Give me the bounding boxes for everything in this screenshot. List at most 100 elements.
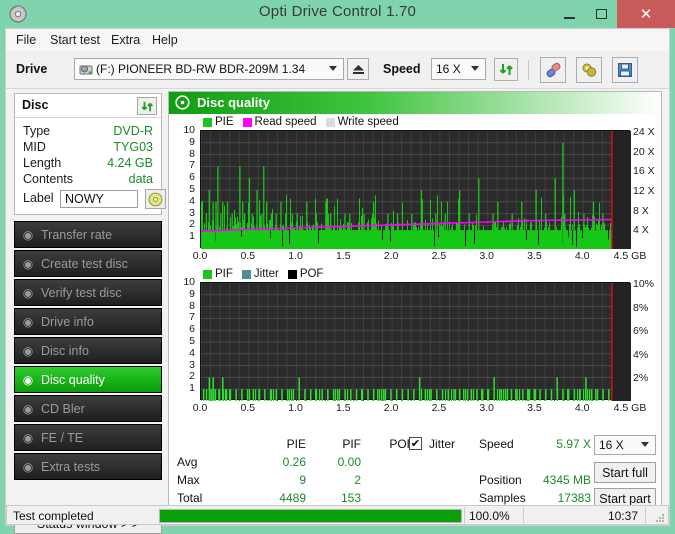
disc-panel-header: Disc bbox=[15, 94, 161, 118]
jitter-legend-label: Jitter bbox=[254, 268, 279, 280]
sidebar-item-label: Create test disc bbox=[41, 257, 161, 271]
pif-xtick: 0.5 bbox=[230, 402, 266, 414]
pif-xtick: 3.5 bbox=[516, 402, 552, 414]
sidebar-item-disc-quality[interactable]: ◉ Disc quality bbox=[14, 366, 162, 393]
sidebar-item-transfer-rate[interactable]: ◉ Transfer rate bbox=[14, 221, 162, 248]
pif-y2tick: 4% bbox=[633, 349, 648, 361]
pif-chart-plot[interactable] bbox=[200, 282, 630, 400]
sidebar-item-verify-test-disc[interactable]: ◉ Verify test disc bbox=[14, 279, 162, 306]
menu-file[interactable]: File bbox=[12, 32, 40, 48]
speed-value: 16 X bbox=[436, 62, 461, 76]
pie-ytick: 6 bbox=[171, 171, 195, 183]
panel-header: Disc quality bbox=[169, 92, 661, 114]
test-speed-select[interactable]: 16 X bbox=[594, 435, 656, 455]
disc-label-input[interactable]: NOWY bbox=[60, 190, 138, 208]
disc-label-button[interactable] bbox=[145, 189, 166, 209]
sidebar-item-create-test-disc[interactable]: ◉ Create test disc bbox=[14, 250, 162, 277]
disc-icon: ◉ bbox=[15, 257, 41, 271]
sidebar-item-label: Disc info bbox=[41, 344, 161, 358]
position-stat-label: Position bbox=[479, 473, 522, 487]
sidebar-item-label: Disc quality bbox=[41, 373, 161, 387]
pie-legend-label: PIE bbox=[215, 116, 234, 128]
sidebar-item-fe-te[interactable]: ◉ FE / TE bbox=[14, 424, 162, 451]
disc-type-label: Type bbox=[23, 124, 50, 138]
sidebar-item-drive-info[interactable]: ◉ Drive info bbox=[14, 308, 162, 335]
pif-ytick: 1 bbox=[171, 382, 195, 394]
disc-icon: ◉ bbox=[15, 431, 41, 445]
progress-percent: 100.0% bbox=[469, 509, 510, 523]
pie-chart-plot[interactable] bbox=[200, 130, 630, 248]
eject-button[interactable] bbox=[347, 58, 369, 80]
menu-extra[interactable]: Extra bbox=[107, 32, 144, 48]
stats-avg-pie: 0.26 bbox=[266, 455, 306, 469]
pif-xtick: 0.0 bbox=[182, 402, 218, 414]
position-stat-value: 4345 MB bbox=[524, 473, 591, 487]
pie-ytick: 2 bbox=[171, 218, 195, 230]
pif-xtick: 4.5 GB bbox=[612, 402, 648, 414]
pie-y2tick: 8 X bbox=[633, 205, 649, 217]
status-bar: Test completed 100.0% 10:37 bbox=[6, 505, 669, 525]
disc-icon: ◉ bbox=[15, 286, 41, 300]
disc-mid-label: MID bbox=[23, 140, 46, 154]
pif-ytick: 8 bbox=[171, 300, 195, 312]
pie-xtick: 0.0 bbox=[182, 250, 218, 262]
panel-title: Disc quality bbox=[197, 95, 270, 110]
sidebar-item-cd-bler[interactable]: ◉ CD Bler bbox=[14, 395, 162, 422]
jitter-checkbox[interactable]: ✔ bbox=[409, 437, 422, 450]
erase-button[interactable] bbox=[540, 57, 566, 83]
pif-xtick: 4.0 bbox=[564, 402, 600, 414]
title-bar: Opti Drive Control 1.70 ✕ bbox=[0, 0, 675, 28]
disc-refresh-button[interactable] bbox=[137, 97, 157, 115]
pif-xtick: 1.0 bbox=[278, 402, 314, 414]
pie-chart-legend: PIE Read speed Write speed bbox=[203, 116, 399, 128]
finalize-icon bbox=[581, 62, 598, 79]
sidebar-item-label: Transfer rate bbox=[41, 228, 161, 242]
sidebar-item-extra-tests[interactable]: ◉ Extra tests bbox=[14, 453, 162, 480]
pif-ytick: 9 bbox=[171, 288, 195, 300]
pif-ytick: 5 bbox=[171, 335, 195, 347]
pie-xtick: 3.0 bbox=[469, 250, 505, 262]
save-button[interactable] bbox=[612, 57, 638, 83]
finalize-button[interactable] bbox=[576, 57, 602, 83]
pie-xtick: 2.0 bbox=[373, 250, 409, 262]
pie-ytick: 4 bbox=[171, 195, 195, 207]
pie-ytick: 3 bbox=[171, 207, 195, 219]
drive-select[interactable]: (F:) PIONEER BD-RW BDR-209M 1.34 bbox=[74, 58, 344, 80]
sidebar-item-disc-info[interactable]: ◉ Disc info bbox=[14, 337, 162, 364]
disc-label-label: Label bbox=[23, 191, 54, 205]
pie-y2tick: 20 X bbox=[633, 146, 655, 158]
chevron-down-icon bbox=[641, 442, 649, 447]
disc-icon bbox=[148, 192, 163, 207]
app-window: Opti Drive Control 1.70 ✕ File Start tes… bbox=[0, 0, 675, 531]
pif-xtick: 1.5 bbox=[325, 402, 361, 414]
chevron-down-icon bbox=[329, 66, 337, 71]
client-area: File Start test Extra Help Drive (F:) PI… bbox=[5, 28, 670, 526]
resize-grip-icon[interactable] bbox=[654, 512, 664, 522]
pif-ytick: 2 bbox=[171, 370, 195, 382]
stats-header-pie: PIE bbox=[266, 437, 306, 451]
pie-ytick: 5 bbox=[171, 183, 195, 195]
eject-icon bbox=[352, 63, 365, 75]
close-button[interactable]: ✕ bbox=[617, 0, 675, 28]
read-speed-legend-label: Read speed bbox=[255, 116, 317, 128]
disc-contents-label: Contents bbox=[23, 172, 73, 186]
menu-start-test[interactable]: Start test bbox=[46, 32, 104, 48]
refresh-button[interactable] bbox=[494, 58, 518, 81]
stats-row-max-label: Max bbox=[177, 473, 200, 487]
samples-stat-label: Samples bbox=[479, 491, 526, 505]
disc-length-label: Length bbox=[23, 156, 61, 170]
maximize-button[interactable] bbox=[585, 0, 617, 28]
disc-length-value: 4.24 GB bbox=[107, 156, 153, 170]
pie-y2tick: 4 X bbox=[633, 224, 649, 236]
stats-row-avg-label: Avg bbox=[177, 455, 197, 469]
pie-ytick: 9 bbox=[171, 136, 195, 148]
menu-help[interactable]: Help bbox=[148, 32, 182, 48]
save-icon bbox=[617, 62, 633, 78]
start-full-button[interactable]: Start full bbox=[594, 462, 656, 483]
minimize-button[interactable] bbox=[553, 0, 585, 28]
pie-ytick: 10 bbox=[171, 124, 195, 136]
speed-select[interactable]: 16 X bbox=[431, 58, 486, 80]
pie-ytick: 7 bbox=[171, 159, 195, 171]
refresh-icon bbox=[141, 100, 154, 113]
test-speed-value: 16 X bbox=[599, 438, 624, 452]
